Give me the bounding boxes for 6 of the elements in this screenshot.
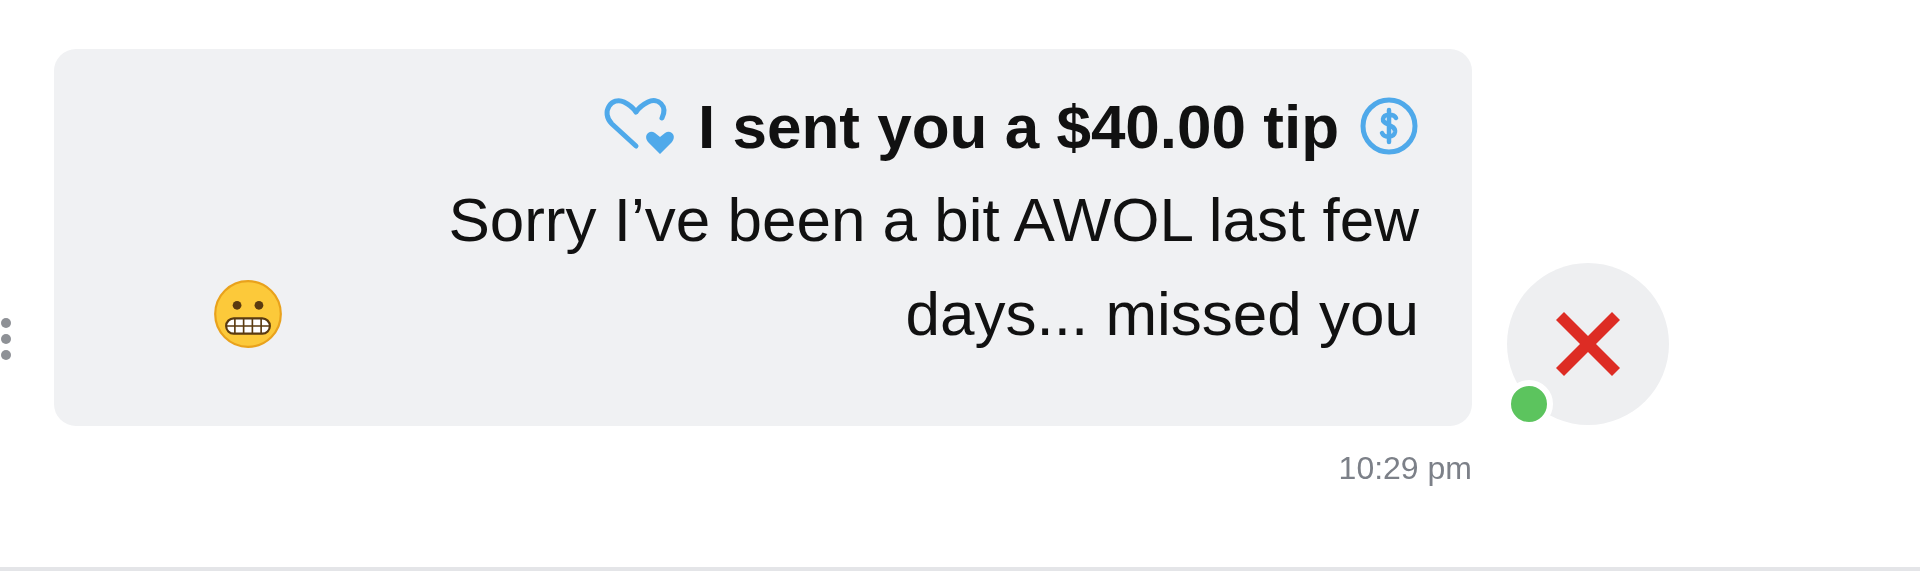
dollar-coin-icon [1359, 96, 1419, 156]
message-text: Sorry I’ve been a bit AWOL last few days... missed you [447, 184, 1419, 350]
message-time: 10:29 pm [1338, 450, 1472, 487]
more-options-icon[interactable] [0, 317, 12, 361]
grimacing-emoji-icon [213, 279, 283, 349]
tip-text: I sent you a $40.00 tip [698, 90, 1339, 162]
